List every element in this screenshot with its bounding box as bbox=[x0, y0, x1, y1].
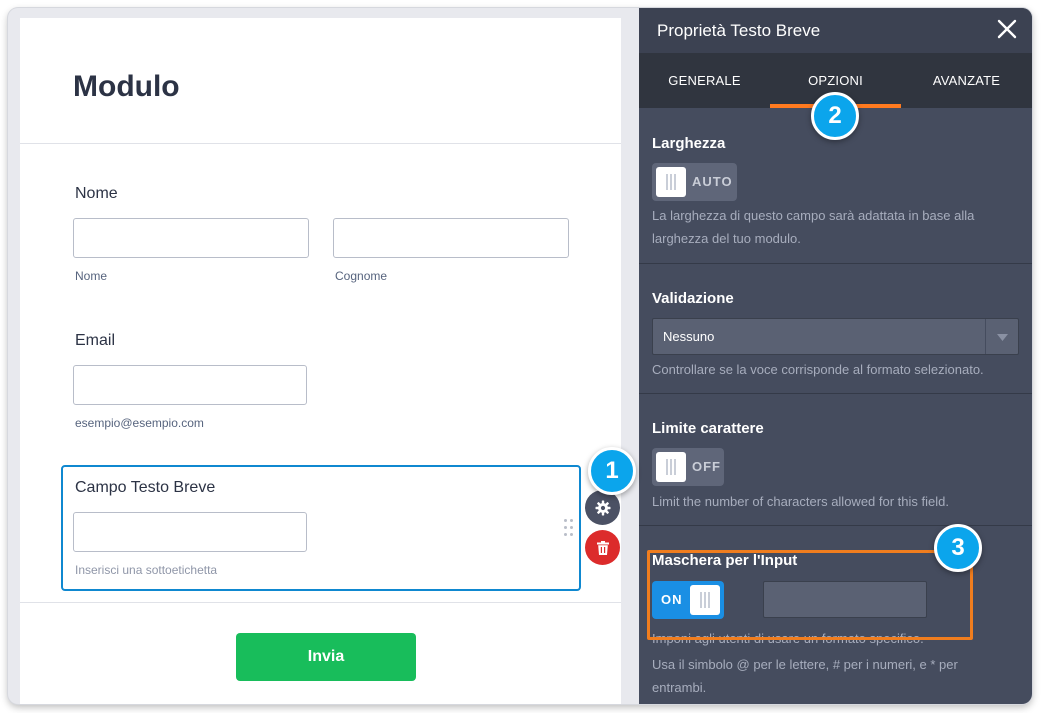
last-name-input[interactable] bbox=[333, 218, 569, 258]
last-name-sublabel: Cognome bbox=[335, 269, 388, 283]
step-badge-3: 3 bbox=[934, 524, 982, 572]
input-mask-highlight bbox=[647, 550, 973, 640]
first-name-sublabel: Nome bbox=[75, 269, 108, 283]
width-auto-toggle[interactable]: AUTO bbox=[652, 163, 737, 201]
short-text-field-label[interactable]: Campo Testo Breve bbox=[75, 479, 215, 497]
field-settings-button[interactable] bbox=[585, 490, 620, 525]
drag-handle-icon[interactable] bbox=[564, 519, 574, 539]
email-input[interactable] bbox=[73, 365, 307, 405]
form-canvas: Modulo Nome Nome Cognome Email esempio@e… bbox=[20, 18, 621, 704]
divider bbox=[20, 602, 621, 603]
app-window: Modulo Nome Nome Cognome Email esempio@e… bbox=[8, 8, 1032, 704]
short-text-sublabel[interactable]: Inserisci una sottoetichetta bbox=[75, 563, 217, 577]
char-limit-section-title: Limite carattere bbox=[652, 420, 764, 437]
step-badge-1: 1 bbox=[588, 447, 636, 495]
first-name-input[interactable] bbox=[73, 218, 309, 258]
email-sublabel: esempio@esempio.com bbox=[75, 416, 204, 430]
gear-icon bbox=[595, 500, 610, 515]
email-field-label: Email bbox=[75, 332, 116, 349]
toggle-knob bbox=[656, 452, 686, 482]
validation-description: Controllare se la voce corrisponde al fo… bbox=[652, 362, 984, 377]
divider bbox=[639, 393, 1032, 394]
validation-selected-value: Nessuno bbox=[663, 329, 715, 344]
short-text-input[interactable] bbox=[73, 512, 307, 552]
panel-header: Proprietà Testo Breve bbox=[639, 8, 1032, 53]
submit-button[interactable]: Invia bbox=[236, 633, 416, 681]
char-limit-description: Limit the number of characters allowed f… bbox=[652, 494, 949, 509]
toggle-label: AUTO bbox=[692, 174, 733, 189]
chevron-down-icon bbox=[985, 319, 1018, 354]
toggle-label: OFF bbox=[692, 459, 721, 474]
char-limit-toggle[interactable]: OFF bbox=[652, 448, 724, 486]
input-mask-description-2: Usa il simbolo @ per le lettere, # per i… bbox=[652, 657, 958, 695]
trash-icon bbox=[596, 540, 609, 555]
form-title[interactable]: Modulo bbox=[73, 70, 180, 104]
validation-section-title: Validazione bbox=[652, 290, 734, 307]
width-section-title: Larghezza bbox=[652, 135, 726, 152]
divider bbox=[639, 263, 1032, 264]
name-field-label: Nome bbox=[75, 185, 118, 202]
toggle-knob bbox=[656, 167, 686, 197]
divider bbox=[639, 525, 1032, 526]
panel-title: Proprietà Testo Breve bbox=[657, 21, 821, 40]
tab-avanzate[interactable]: AVANZATE bbox=[901, 53, 1032, 108]
validation-select[interactable]: Nessuno bbox=[652, 318, 1019, 355]
field-delete-button[interactable] bbox=[585, 530, 620, 565]
tab-generale[interactable]: GENERALE bbox=[639, 53, 770, 108]
step-badge-2: 2 bbox=[811, 92, 859, 140]
divider bbox=[20, 143, 621, 144]
width-description: La larghezza di questo campo sarà adatta… bbox=[652, 208, 975, 246]
close-icon[interactable] bbox=[996, 18, 1018, 40]
